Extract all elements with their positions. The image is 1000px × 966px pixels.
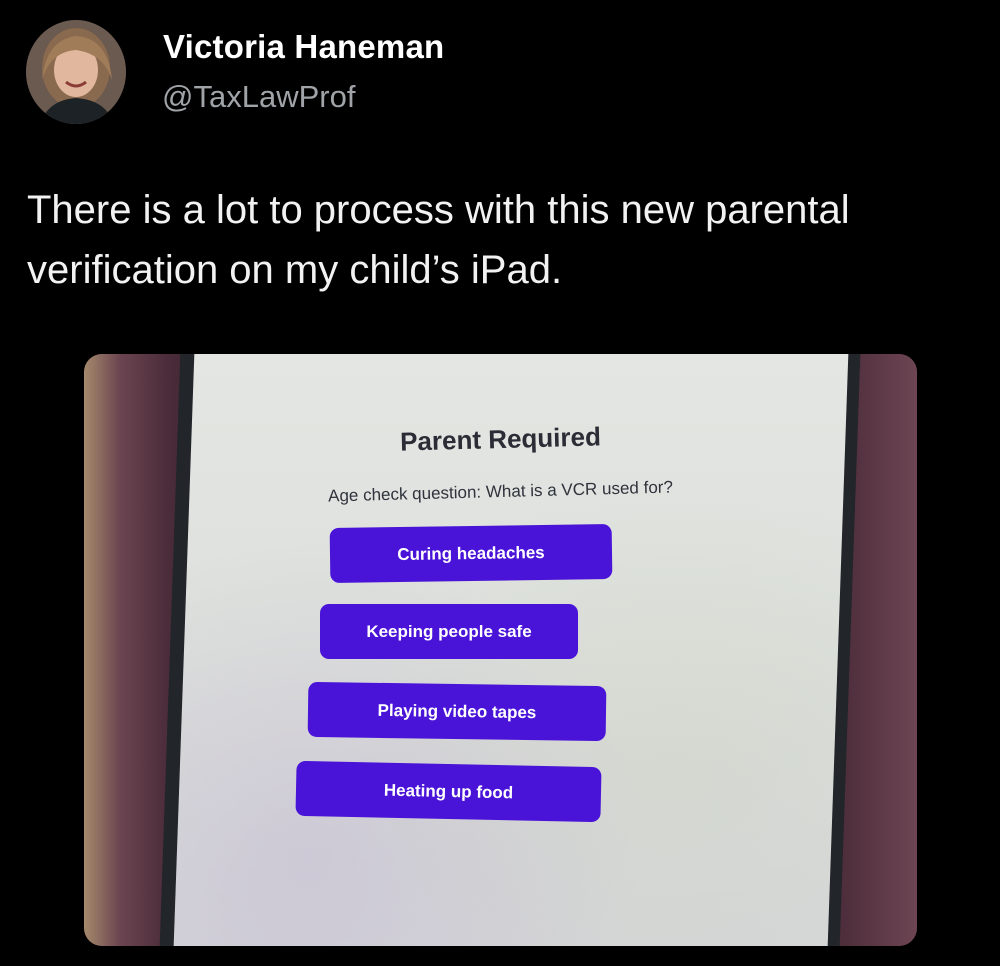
answer-button-curing-headaches[interactable]: Curing headaches bbox=[329, 524, 613, 583]
tweet-text: There is a lot to process with this new … bbox=[27, 188, 850, 292]
avatar-photo bbox=[26, 20, 126, 124]
avatar[interactable] bbox=[26, 20, 126, 124]
answer-button-heating-up-food[interactable]: Heating up food bbox=[295, 760, 602, 823]
tweet-photo[interactable]: Parent Required Age check question: What… bbox=[84, 354, 917, 946]
tweet: Victoria Haneman @TaxLawProf There is a … bbox=[0, 0, 1000, 966]
answer-button-playing-video-tapes[interactable]: Playing video tapes bbox=[307, 681, 607, 742]
answer-button-keeping-people-safe[interactable]: Keeping people safe bbox=[320, 604, 578, 659]
author-handle[interactable]: @TaxLawProf bbox=[162, 79, 355, 115]
author-name[interactable]: Victoria Haneman bbox=[163, 28, 444, 66]
